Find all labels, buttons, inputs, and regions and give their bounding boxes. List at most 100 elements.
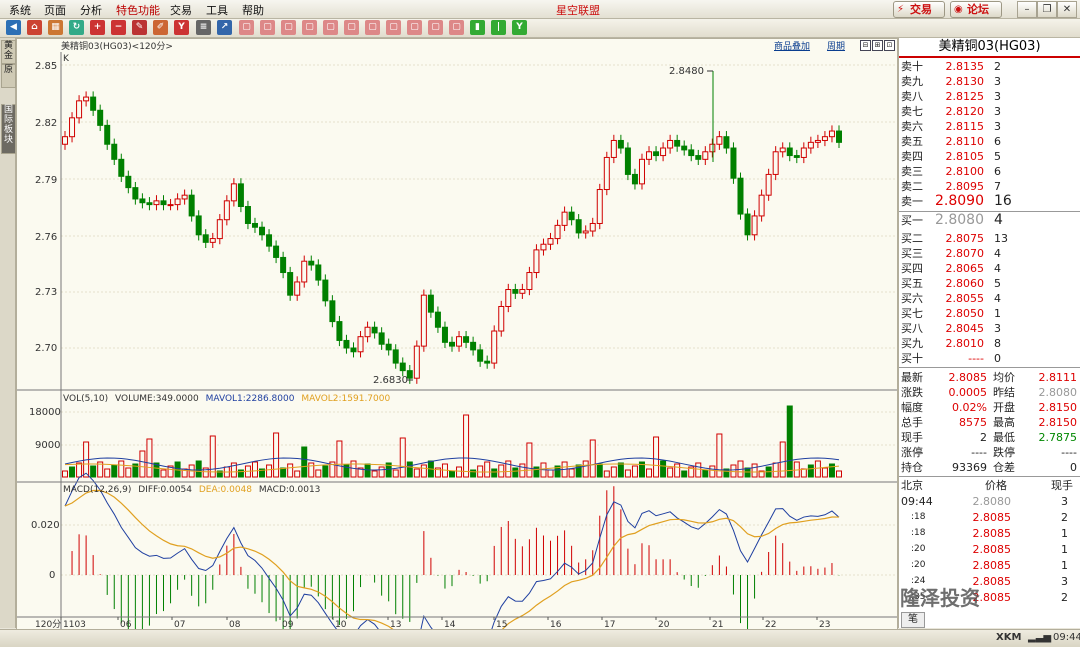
period3-icon[interactable]: ▢ <box>281 20 296 35</box>
period7-icon[interactable]: ▢ <box>365 20 380 35</box>
period9-icon[interactable]: ▢ <box>407 20 422 35</box>
candle-body <box>69 117 76 138</box>
period11-icon[interactable]: ▢ <box>449 20 464 35</box>
chart-canvas[interactable]: K 2.85 2.82 2.79 2.76 2.73 2.70 2.8480 2… <box>17 52 897 629</box>
candle-body <box>821 136 828 141</box>
stat-row: 涨停 ---- 跌停 ---- <box>901 445 1077 460</box>
zoom-icon[interactable]: ⊟ <box>860 40 871 51</box>
close-icon[interactable]: ✕ <box>1057 1 1077 18</box>
volume-bar <box>491 468 498 478</box>
menu-system[interactable]: 系统 <box>9 2 31 18</box>
bid-qty: 4 <box>994 212 1003 228</box>
tick-price: 2.8085 <box>972 527 1012 540</box>
candle-body <box>631 173 638 185</box>
tick-qty: 3 <box>1061 575 1068 588</box>
period4-icon[interactable]: ▢ <box>302 20 317 35</box>
minimize-icon[interactable]: – <box>1017 1 1037 18</box>
volume-bar <box>681 470 688 478</box>
macd-diff-line <box>64 472 840 629</box>
high-price-label: 2.8480 <box>669 66 704 77</box>
expand-icon[interactable]: ⊞ <box>872 40 883 51</box>
period5-icon[interactable]: ▢ <box>323 20 338 35</box>
ask-label: 卖十 <box>901 60 923 73</box>
toolbar: ◀ ⌂ ▦ ↻ + − ✎ ✐ Y ≡ ↗ ▢ ▢ ▢ ▢ ▢ ▢ ▢ ▢ ▢ ▢ ▢ ▮ | Y <box>0 19 1080 38</box>
overlay-link[interactable]: 商品叠加 <box>774 39 810 52</box>
volume-bar <box>69 466 76 478</box>
lightning-icon: ⚡ <box>897 4 905 15</box>
ask-row: 卖三 2.8100 6 <box>901 164 1077 179</box>
menu-help[interactable]: 帮助 <box>242 2 264 18</box>
period10-icon[interactable]: ▢ <box>428 20 443 35</box>
forum-button[interactable]: ◉ 论坛 <box>950 1 1002 18</box>
bid-price: ---- <box>968 352 984 365</box>
candle-body <box>793 155 800 158</box>
refresh-icon[interactable]: ↻ <box>69 20 84 35</box>
bid-qty: 5 <box>994 277 1001 290</box>
draw-icon[interactable]: ✎ <box>132 20 147 35</box>
x-axis-label: 08 <box>229 620 241 629</box>
back-icon[interactable]: ◀ <box>6 20 21 35</box>
menu-tools[interactable]: 工具 <box>206 2 228 18</box>
candle-body <box>427 294 434 313</box>
ask-price: 2.8100 <box>945 165 985 178</box>
period-link[interactable]: 周期 <box>827 39 845 52</box>
tab-international[interactable]: 国际板块 <box>1 104 16 154</box>
home-icon[interactable]: ⌂ <box>27 20 42 35</box>
x-axis-label: 21 <box>712 620 723 629</box>
candle-body <box>125 175 132 189</box>
candle-body <box>744 213 751 236</box>
period2-icon[interactable]: ▢ <box>260 20 275 35</box>
tab-gold[interactable]: 黄金 <box>1 40 16 64</box>
cup-icon[interactable]: Y <box>174 20 189 35</box>
menu-trade[interactable]: 交易 <box>170 2 192 18</box>
menu-analysis[interactable]: 分析 <box>80 2 102 18</box>
candle-icon[interactable]: ▮ <box>470 20 485 35</box>
candle-body <box>308 260 315 266</box>
volume-bar <box>596 463 603 478</box>
candle-body <box>329 300 336 323</box>
candle-body <box>209 238 216 243</box>
tab-ticks[interactable]: 笔 <box>901 612 925 628</box>
bars-icon[interactable]: | <box>491 20 506 35</box>
ticks-city: 北京 <box>901 479 923 492</box>
candle-body <box>434 311 441 328</box>
ask-row: 卖四 2.8105 5 <box>901 149 1077 164</box>
tick-qty: 1 <box>1061 543 1068 556</box>
chart-icon[interactable]: ↗ <box>217 20 232 35</box>
menu-page[interactable]: 页面 <box>44 2 66 18</box>
zoom-out-icon[interactable]: − <box>111 20 126 35</box>
candle-body <box>646 151 653 160</box>
ticks-qty-header: 现手 <box>1051 479 1073 492</box>
menu-special[interactable]: 特色功能 <box>116 2 160 18</box>
filter-icon[interactable]: Y <box>512 20 527 35</box>
stat-value: 0 <box>1070 461 1077 474</box>
x-axis-label: 14 <box>444 620 456 629</box>
restore-icon[interactable]: ❐ <box>1037 1 1057 18</box>
list-icon[interactable]: ≡ <box>196 20 211 35</box>
bid-price: 2.8045 <box>945 322 985 335</box>
volume-bar <box>111 464 118 478</box>
volume-bar <box>512 467 519 478</box>
stock-icon[interactable]: ▦ <box>48 20 63 35</box>
period6-icon[interactable]: ▢ <box>344 20 359 35</box>
mavol1-value: MAVOL1:2286.8000 <box>206 394 295 404</box>
tab-original[interactable]: 原 <box>1 64 16 88</box>
bid-price: 2.8050 <box>945 307 985 320</box>
period-icon[interactable]: ▢ <box>239 20 254 35</box>
period8-icon[interactable]: ▢ <box>386 20 401 35</box>
chart-area[interactable]: 美精铜03(HG03)<120分> 商品叠加 周期 ⊟ ⊞ ⊡ K 2.85 2… <box>16 38 898 630</box>
zoom-in-icon[interactable]: + <box>90 20 105 35</box>
tick-time: 09:44 <box>901 495 933 508</box>
candle-body <box>174 198 181 206</box>
candle-body <box>477 349 484 362</box>
candle-body <box>582 230 589 234</box>
fullscreen-icon[interactable]: ⊡ <box>884 40 895 51</box>
ask-qty: 6 <box>994 165 1001 178</box>
macd-tick-0: 0 <box>49 570 55 581</box>
x-axis-label: 13 <box>390 620 401 629</box>
trade-button[interactable]: ⚡ 交易 <box>893 1 945 18</box>
candle-body <box>118 158 125 177</box>
candle-body <box>603 156 610 191</box>
stat-row: 持仓 93369 仓差 0 <box>901 460 1077 475</box>
pen-icon[interactable]: ✐ <box>153 20 168 35</box>
